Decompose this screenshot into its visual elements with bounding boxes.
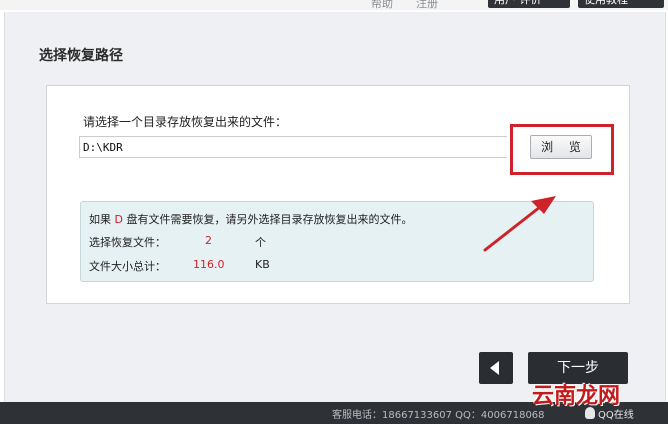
path-panel: 请选择一个目录存放恢复出来的文件： 浏 览 如果 D 盘有文件需要恢复，请另外选… [46, 85, 630, 304]
info-box: 如果 D 盘有文件需要恢复，请另外选择目录存放恢复出来的文件。 选择恢复文件： … [80, 201, 594, 282]
top-bar: 帮助 注册 用户 评价 使用教程 [0, 0, 668, 10]
tutorial-button[interactable]: 使用教程 [578, 0, 664, 8]
files-unit: 个 [255, 236, 266, 249]
highlight-annotation-box [510, 124, 614, 175]
path-input[interactable] [79, 136, 507, 158]
size-label: 文件大小总计： [89, 260, 166, 273]
back-button[interactable] [479, 352, 513, 384]
page-title: 选择恢复路径 [39, 48, 123, 64]
info-warning: 如果 D 盘有文件需要恢复，请另外选择目录存放恢复出来的文件。 [89, 213, 413, 226]
files-label: 选择恢复文件： [89, 236, 166, 249]
contact-info: 客服电话：18667133607 QQ：4006718068 [332, 410, 545, 421]
register-link[interactable]: 注册 [416, 0, 438, 11]
drive-letter: D [114, 213, 123, 226]
watermark-logo: 云南龙网 [532, 384, 621, 409]
path-prompt: 请选择一个目录存放恢复出来的文件： [83, 115, 288, 129]
back-arrow-icon [490, 361, 499, 375]
main-area: 选择恢复路径 请选择一个目录存放恢复出来的文件： 浏 览 如果 D 盘有文件需要… [4, 12, 666, 402]
size-value: 116.0 [193, 258, 225, 271]
user-review-button[interactable]: 用户 评价 [488, 0, 570, 8]
size-unit: KB [255, 258, 270, 271]
files-count: 2 [205, 234, 212, 247]
help-link[interactable]: 帮助 [371, 0, 393, 11]
